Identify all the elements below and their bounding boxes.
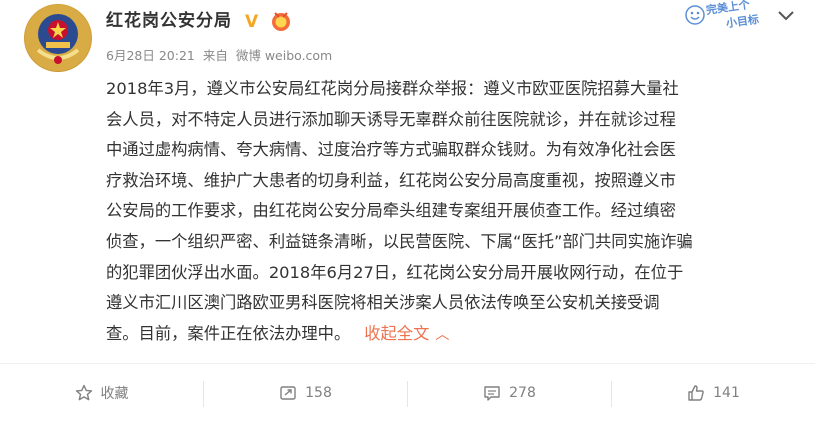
repost-count: 158 xyxy=(305,385,332,401)
author-name[interactable]: 红花岗公安分局 xyxy=(106,10,232,32)
like-button[interactable]: 141 xyxy=(612,364,815,422)
comment-icon xyxy=(484,386,500,401)
avatar[interactable] xyxy=(24,4,92,72)
content-line: 遵义市汇川区澳门路欧亚男科医院将相关涉案人员依法传唤至公安机关接受调 xyxy=(106,293,660,313)
post-time[interactable]: 6月28日 20:21 xyxy=(106,48,195,63)
chevron-up-icon: ︿ xyxy=(435,326,450,343)
post-source[interactable]: 微博 weibo.com xyxy=(236,48,332,63)
verified-icon[interactable]: V xyxy=(245,12,258,32)
collapse-link[interactable]: 收起全文 ︿ xyxy=(364,324,449,343)
post-meta: 6月28日 20:21 来自 微博 weibo.com xyxy=(106,48,336,64)
content-line-last: 查。目前，案件正在依法办理中。 收起全文 ︿ xyxy=(106,319,786,351)
weibo-post-card: 红花岗公安分局 V 6月28日 20:21 来自 微博 weibo.com 完美… xyxy=(0,0,815,422)
source-prefix: 来自 xyxy=(202,48,228,63)
sticker-face-icon xyxy=(685,5,705,25)
content-line: 会人员，对不特定人员进行添加聊天诱导无辜群众前往医院就诊，并在就诊过程 xyxy=(106,109,676,129)
like-count: 141 xyxy=(713,385,740,401)
medal-icon[interactable] xyxy=(270,10,292,32)
comment-button[interactable]: 278 xyxy=(408,364,611,422)
content-line: 中通过虚构病情、夸大病情、过度治疗等方式骗取群众钱财。为有效净化社会医 xyxy=(106,140,676,160)
comment-count: 278 xyxy=(509,385,536,401)
favorite-label: 收藏 xyxy=(100,386,129,402)
content-line: 侦查，一个组织严密、利益链条清晰，以民营医院、下属“医托”部门共同实施诈骗 xyxy=(106,231,693,251)
star-icon xyxy=(75,384,92,401)
content-last-text: 查。目前，案件正在依法办理中。 xyxy=(106,323,351,343)
sticker-text-2: 小目标 xyxy=(725,12,760,31)
repost-icon xyxy=(280,386,296,400)
collapse-label: 收起全文 xyxy=(364,323,430,343)
title-sticker: 完美上个 小目标 xyxy=(680,0,780,34)
repost-button[interactable]: 158 xyxy=(204,364,407,422)
content-line: 疗救治环境、维护广大患者的切身利益，红花岗公安分局高度重视，按照遵义市 xyxy=(106,170,676,190)
favorite-button[interactable]: 收藏 xyxy=(0,364,203,422)
thumbs-up-icon xyxy=(688,385,704,401)
action-bar: 收藏 158 278 141 xyxy=(0,364,815,422)
content-line: 公安局的工作要求，由红花岗公安分局牵头组建专案组开展侦查工作。经过缜密 xyxy=(106,201,676,221)
chevron-down-icon[interactable] xyxy=(776,8,796,22)
content-line: 2018年3月，遵义市公安局红花岗分局接群众举报：遵义市欧亚医院招募大量社 xyxy=(106,79,679,98)
post-content: 2018年3月，遵义市公安局红花岗分局接群众举报：遵义市欧亚医院招募大量社 会人… xyxy=(106,74,786,350)
police-badge-icon xyxy=(25,5,91,71)
content-line: 的犯罪团伙浮出水面。2018年6月27日，红花岗公安分局开展收网行动，在位于 xyxy=(106,262,684,282)
